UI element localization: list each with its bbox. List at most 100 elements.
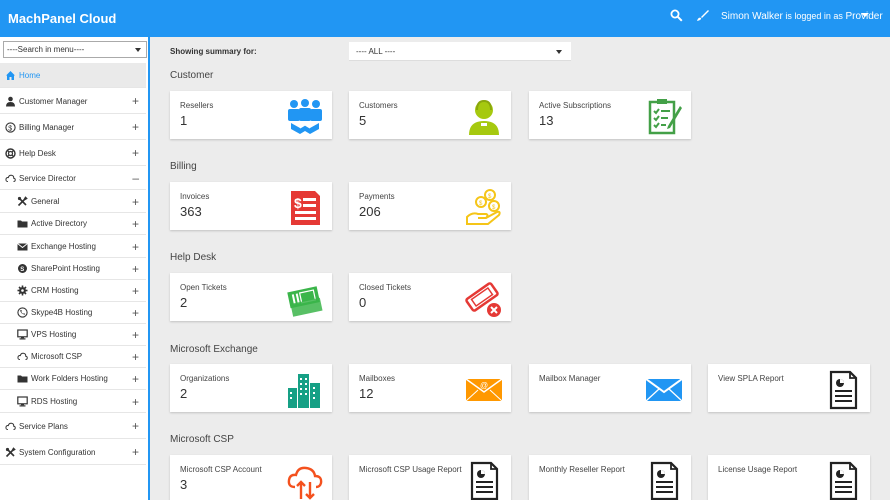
sidebar-item-label: Skype4B Hosting [31, 308, 93, 317]
expand-icon[interactable]: + [132, 240, 139, 254]
summary-card-payments[interactable]: Payments 206 $ $ $ [349, 182, 511, 230]
sidebar-item-label: Billing Manager [19, 122, 75, 132]
summary-card-organizations[interactable]: Organizations 2 [170, 364, 332, 412]
section-title: Customer [170, 70, 214, 81]
summary-card-microsoft-csp-account[interactable]: Microsoft CSP Account 3 [170, 455, 332, 500]
summary-card-license-usage-report[interactable]: License Usage Report [708, 455, 870, 500]
summary-card-mailbox-manager[interactable]: Mailbox Manager [529, 364, 691, 412]
expand-icon[interactable]: + [132, 372, 139, 386]
summary-card-closed-tickets[interactable]: Closed Tickets 0 [349, 273, 511, 321]
sharepoint-icon: S [17, 263, 28, 274]
section-title: Help Desk [170, 252, 217, 263]
report-icon [823, 461, 863, 500]
expand-icon[interactable]: + [132, 350, 139, 364]
sidebar-item-service-director[interactable]: Service Director – [0, 167, 146, 190]
sidebar-item-active-directory[interactable]: Active Directory + [0, 213, 146, 235]
expand-icon[interactable]: + [132, 395, 139, 409]
summary-card-active-subscriptions[interactable]: Active Subscriptions 13 [529, 91, 691, 139]
chevron-down-icon [135, 48, 141, 52]
invoice-icon: $ [285, 188, 325, 228]
section-title: Microsoft Exchange [170, 344, 258, 355]
sidebar-item-skype4b-hosting[interactable]: Skype4B Hosting + [0, 302, 146, 324]
summary-card-open-tickets[interactable]: Open Tickets 2 [170, 273, 332, 321]
expand-icon[interactable]: + [132, 419, 139, 433]
brush-icon[interactable] [696, 9, 709, 27]
card-label: Open Tickets [180, 283, 227, 292]
svg-text:@: @ [480, 381, 488, 390]
cloud-icon [5, 421, 16, 432]
section-title: Billing [170, 161, 197, 172]
sidebar-item-label: General [31, 197, 60, 206]
expand-icon[interactable]: + [132, 328, 139, 342]
card-value: 13 [539, 113, 554, 128]
dollar-icon: $ [5, 121, 16, 133]
sidebar-item-vps-hosting[interactable]: VPS Hosting + [0, 324, 146, 346]
summary-select[interactable]: ---- ALL ---- [349, 42, 571, 61]
summary-card-resellers[interactable]: Resellers 1 [170, 91, 332, 139]
svg-text:$: $ [8, 125, 12, 132]
envelope-icon [17, 241, 28, 252]
card-label: Closed Tickets [359, 283, 412, 292]
sidebar-item-general[interactable]: General + [0, 191, 146, 213]
summary-card-view-spla-report[interactable]: View SPLA Report [708, 364, 870, 412]
summary-card-monthly-reseller-report[interactable]: Monthly Reseller Report [529, 455, 691, 500]
sidebar-item-microsoft-csp[interactable]: Microsoft CSP + [0, 346, 146, 368]
summary-card-microsoft-csp-usage-report[interactable]: Microsoft CSP Usage Report [349, 455, 511, 500]
chevron-down-icon[interactable] [861, 13, 869, 17]
collapse-icon[interactable]: – [132, 171, 139, 185]
card-value: 12 [359, 386, 374, 401]
logged-in-text: is logged in as [785, 11, 843, 21]
sidebar-item-system-configuration[interactable]: System Configuration + [0, 440, 146, 465]
expand-icon[interactable]: + [132, 262, 139, 276]
sidebar-item-label: Exchange Hosting [31, 242, 96, 251]
search-icon[interactable] [670, 9, 683, 27]
card-label: Active Subscriptions [539, 101, 612, 110]
summary-card-mailboxes[interactable]: Mailboxes 12 @ [349, 364, 511, 412]
app-title[interactable]: MachPanel Cloud [8, 11, 116, 26]
sidebar-item-label: SharePoint Hosting [31, 264, 100, 273]
cloud-icon [5, 173, 16, 184]
folder-icon [17, 373, 28, 384]
expand-icon[interactable]: + [132, 94, 139, 108]
sidebar-item-help-desk[interactable]: Help Desk + [0, 141, 146, 166]
sidebar-item-work-folders-hosting[interactable]: Work Folders Hosting + [0, 368, 146, 390]
card-value: 5 [359, 113, 367, 128]
sidebar-item-home[interactable]: Home [0, 63, 146, 88]
sidebar-item-label: Active Directory [31, 219, 88, 228]
card-label: License Usage Report [718, 465, 798, 474]
tickets-icon [285, 279, 325, 319]
person-icon [5, 96, 16, 107]
expand-icon[interactable]: + [132, 146, 139, 160]
expand-icon[interactable]: + [132, 284, 139, 298]
sidebar-item-label: Microsoft CSP [31, 352, 83, 361]
sidebar-item-service-plans[interactable]: Service Plans + [0, 414, 146, 439]
expand-icon[interactable]: + [132, 217, 139, 231]
sidebar-item-exchange-hosting[interactable]: Exchange Hosting + [0, 236, 146, 258]
top-bar: MachPanel Cloud Simon Walker is logged i… [0, 0, 890, 37]
card-label: Customers [359, 101, 398, 110]
sidebar-item-label: Customer Manager [19, 96, 88, 106]
sidebar-item-customer-manager[interactable]: Customer Manager + [0, 89, 146, 114]
card-label: Payments [359, 192, 395, 201]
summary-card-invoices[interactable]: Invoices 363 $ [170, 182, 332, 230]
sidebar-item-label: Service Director [19, 173, 76, 183]
mail-at-icon: @ [464, 370, 504, 410]
sidebar-item-label: Home [19, 70, 41, 80]
expand-icon[interactable]: + [132, 195, 139, 209]
menu-search-text: ----Search in menu---- [7, 45, 85, 54]
menu-search-select[interactable]: ----Search in menu---- [3, 41, 147, 58]
sidebar-item-sharepoint-hosting[interactable]: S SharePoint Hosting + [0, 258, 146, 280]
card-value: 206 [359, 204, 381, 219]
sidebar-item-crm-hosting[interactable]: CRM Hosting + [0, 280, 146, 302]
user-menu[interactable]: Simon Walker is logged in as Provider [721, 11, 883, 22]
expand-icon[interactable]: + [132, 120, 139, 134]
phone-icon [17, 307, 28, 318]
sidebar-item-rds-hosting[interactable]: RDS Hosting + [0, 391, 146, 413]
sidebar-item-billing-manager[interactable]: $ Billing Manager + [0, 115, 146, 140]
summary-card-customers[interactable]: Customers 5 [349, 91, 511, 139]
expand-icon[interactable]: + [132, 445, 139, 459]
card-value: 2 [180, 386, 188, 401]
expand-icon[interactable]: + [132, 306, 139, 320]
gear-icon [17, 285, 28, 296]
report-icon [644, 461, 684, 500]
